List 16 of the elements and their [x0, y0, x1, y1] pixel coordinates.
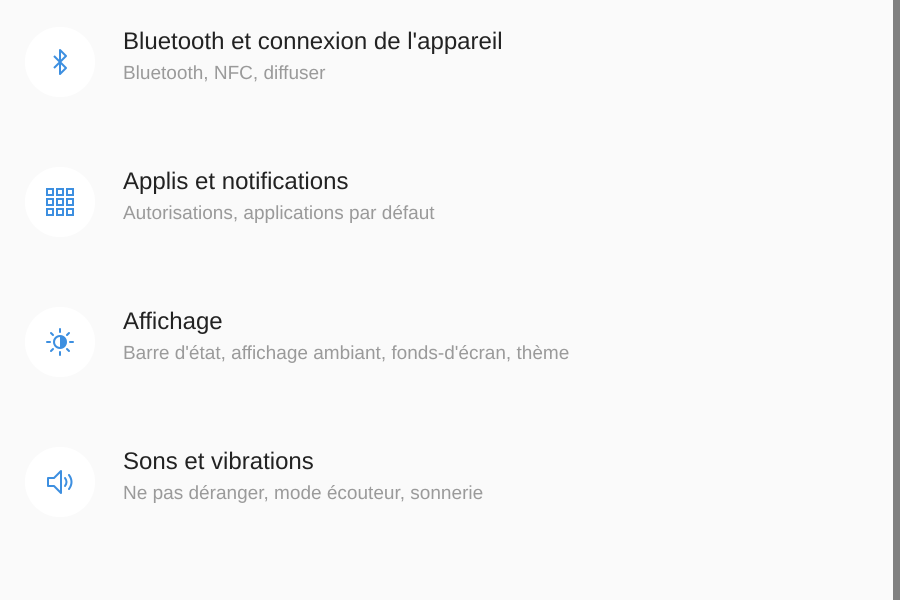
setting-title: Sons et vibrations: [123, 447, 315, 477]
setting-title: Affichage: [123, 307, 224, 337]
settings-item[interactable]: Applis et notifications Autorisations, applications par défaut: [0, 132, 893, 272]
settings-item[interactable]: Affichage Barre d'état, affichage ambiant, fonds-d'écran, thème: [0, 272, 893, 412]
settings-item[interactable]: Bluetooth et connexion de l'appareil Bluetooth, NFC, diffuser: [0, 0, 893, 132]
setting-subtitle: Autorisations, applications par défaut: [123, 202, 435, 226]
setting-subtitle: Bluetooth, NFC, diffuser: [123, 62, 326, 86]
apps-grid-icon: [46, 188, 74, 216]
setting-title: Bluetooth et connexion de l'appareil: [123, 27, 503, 57]
setting-subtitle: Barre d'état, affichage ambiant, fonds-d'écran, thème: [123, 342, 570, 366]
setting-title: Applis et notifications: [123, 167, 350, 197]
bluetooth-icon: [52, 48, 68, 76]
settings-item[interactable]: Sons et vibrations Ne pas déranger, mode écouteur, sonnerie: [0, 412, 893, 552]
setting-subtitle: Ne pas déranger, mode écouteur, sonnerie: [123, 482, 484, 506]
speaker-icon: [45, 467, 75, 497]
brightness-icon: [45, 327, 75, 357]
